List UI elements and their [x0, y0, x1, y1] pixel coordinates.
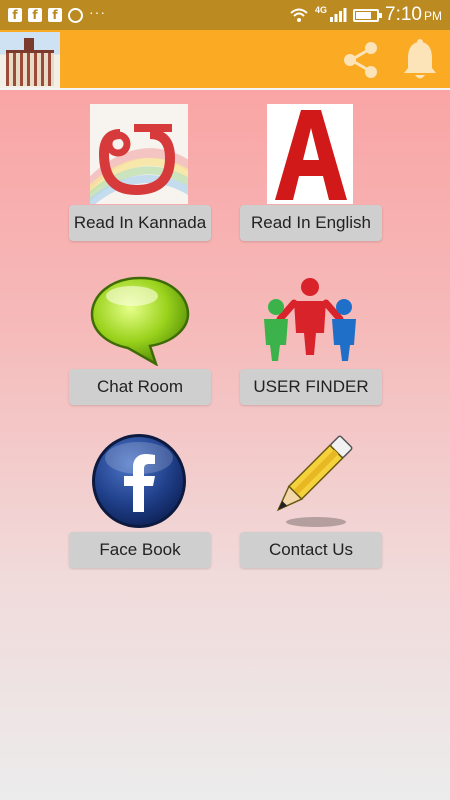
- facebook-notification-icon: f: [28, 8, 42, 22]
- read-in-kannada-button[interactable]: Read In Kannada: [69, 205, 211, 241]
- share-icon[interactable]: [339, 38, 383, 82]
- clock-time: 7:10: [385, 4, 422, 25]
- whatsapp-notification-icon: [68, 7, 83, 23]
- chat-room-button[interactable]: Chat Room: [69, 369, 211, 405]
- signal-icon: [330, 8, 347, 22]
- clock: 7:10 PM: [385, 4, 442, 26]
- system-icons: 4G 7:10 PM: [289, 4, 442, 26]
- wifi-icon: [290, 8, 308, 22]
- notification-icons: f f f ···: [8, 4, 106, 23]
- facebook-notification-icon: f: [8, 8, 22, 22]
- facebook-icon[interactable]: [90, 432, 188, 530]
- building-logo-icon: [0, 32, 60, 88]
- network-type-label: 4G: [315, 5, 328, 15]
- chat-bubble-icon[interactable]: [88, 274, 192, 367]
- user-finder-button[interactable]: USER FINDER: [240, 369, 382, 405]
- face-book-button[interactable]: Face Book: [69, 532, 211, 568]
- letter-a-icon[interactable]: [267, 104, 353, 204]
- clock-suffix: PM: [424, 9, 442, 23]
- more-notifications-icon: ···: [89, 4, 106, 20]
- kannada-letter-icon[interactable]: [76, 104, 204, 215]
- bell-icon[interactable]: [400, 38, 440, 82]
- contact-us-button[interactable]: Contact Us: [240, 532, 382, 568]
- battery-icon: [353, 8, 383, 22]
- facebook-notification-icon: f: [48, 8, 62, 22]
- pencil-icon[interactable]: [262, 430, 354, 530]
- people-group-icon[interactable]: [260, 275, 360, 363]
- status-bar: f f f ··· 4G 7:10 PM: [0, 0, 450, 30]
- app-bar: [0, 30, 450, 90]
- read-in-english-button[interactable]: Read In English: [240, 205, 382, 241]
